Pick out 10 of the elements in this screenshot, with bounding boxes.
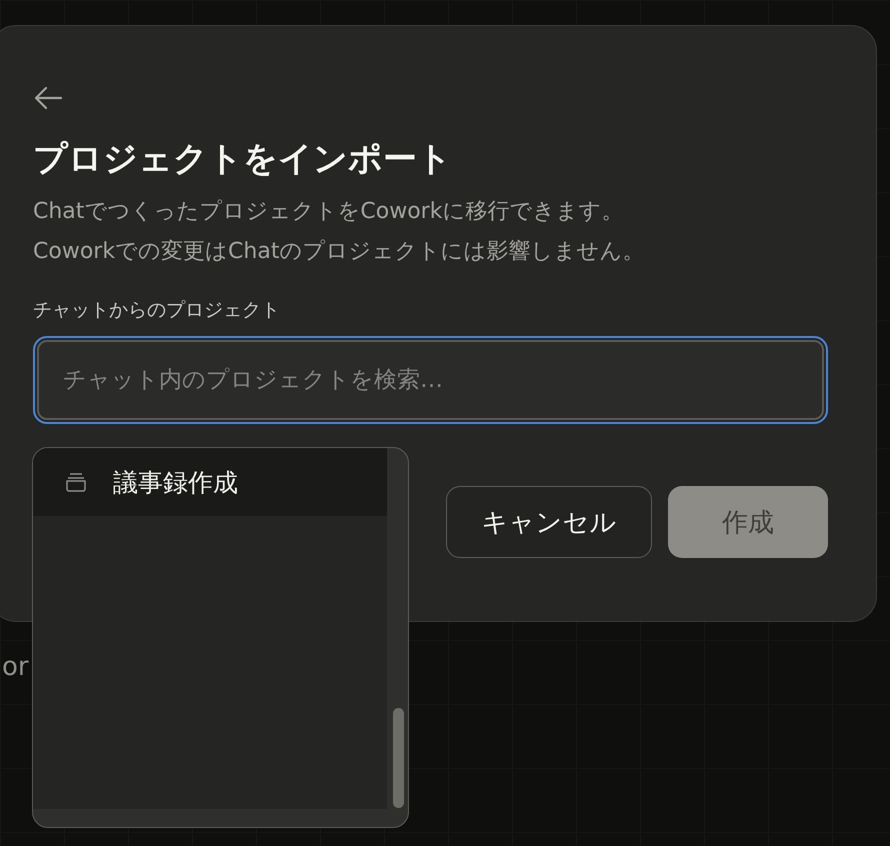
field-label: チャットからのプロジェクト xyxy=(33,298,281,323)
project-option[interactable]: 議事録作成 xyxy=(33,448,387,516)
scrollbar-thumb[interactable] xyxy=(393,708,404,808)
search-field[interactable]: チャット内のプロジェクトを検索… xyxy=(33,336,828,424)
folder-icon xyxy=(65,472,87,492)
dialog-description: ChatでつくったプロジェクトをCoworkに移行できます。 Coworkでの変更はChatのプロジェクトには影響しません。 xyxy=(33,198,646,266)
cancel-button[interactable]: キャンセル xyxy=(446,486,652,558)
dialog-title: プロジェクトをインポート xyxy=(33,138,453,181)
background-text: or xyxy=(2,652,30,682)
back-arrow-icon[interactable] xyxy=(33,86,63,110)
